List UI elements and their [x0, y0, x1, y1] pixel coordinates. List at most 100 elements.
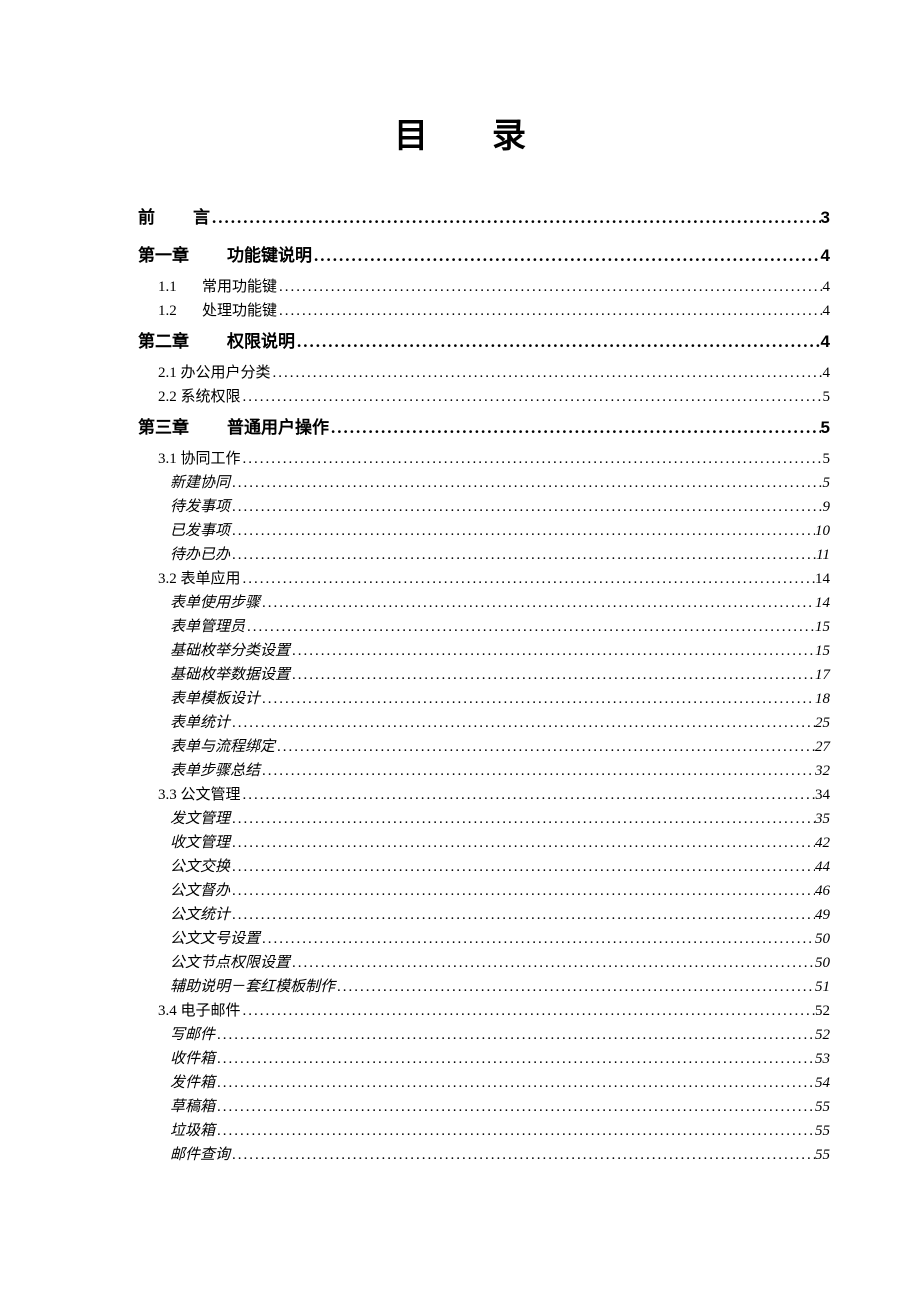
toc-entry: 公文统计49	[170, 903, 830, 927]
toc-page: 4	[821, 323, 830, 361]
toc-label: 1.1常用功能键	[158, 275, 277, 299]
toc-entry: 2.1 办公用户分类 4	[158, 361, 830, 385]
toc-label: 新建协同	[170, 471, 230, 495]
toc-label: 收文管理	[170, 831, 230, 855]
toc-label: 表单使用步骤	[170, 591, 260, 615]
table-of-contents: 前言3 第一章功能键说明 4 1.1常用功能键 4 1.2处理功能键 4 第二章权限说…	[138, 199, 830, 1167]
toc-page: 4	[823, 361, 831, 385]
dot-leader	[230, 471, 822, 495]
toc-label: 垃圾箱	[170, 1119, 215, 1143]
toc-entry: 3.4 电子邮件52	[158, 999, 830, 1023]
toc-label: 公文文号设置	[170, 927, 260, 951]
dot-leader	[241, 447, 823, 471]
toc-label: 2.2 系统权限	[158, 385, 241, 409]
page-title: 目录	[90, 108, 830, 157]
toc-page: 46	[815, 879, 830, 903]
toc-page: 4	[821, 237, 830, 275]
dot-leader	[230, 711, 815, 735]
toc-entry-preface: 前言3	[138, 199, 830, 237]
toc-label: 第三章普通用户操作	[138, 409, 329, 447]
toc-label: 3.3 公文管理	[158, 783, 241, 807]
toc-page: 55	[815, 1095, 830, 1119]
toc-page: 5	[823, 471, 831, 495]
toc-entry: 基础枚举分类设置15	[170, 639, 830, 663]
dot-leader	[215, 1023, 815, 1047]
toc-label: 表单步骤总结	[170, 759, 260, 783]
toc-entry: 草稿箱 55	[170, 1095, 830, 1119]
toc-entry-ch3: 第三章普通用户操作5	[138, 409, 830, 447]
toc-page: 53	[815, 1047, 830, 1071]
toc-page: 14	[815, 567, 830, 591]
toc-page: 5	[823, 447, 831, 471]
toc-label: 表单管理员	[170, 615, 245, 639]
toc-label: 公文督办	[170, 879, 230, 903]
toc-entry: 3.3 公文管理 34	[158, 783, 830, 807]
toc-label: 已发事项	[170, 519, 230, 543]
dot-leader	[290, 639, 815, 663]
dot-leader	[215, 1119, 815, 1143]
dot-leader	[260, 759, 815, 783]
toc-page: 5	[823, 385, 831, 409]
toc-entry: 表单模板设计 18	[170, 687, 830, 711]
toc-entry: 基础枚举数据设置17	[170, 663, 830, 687]
toc-label: 发文管理	[170, 807, 230, 831]
dot-leader	[271, 361, 823, 385]
toc-label: 表单统计	[170, 711, 230, 735]
dot-leader	[230, 855, 815, 879]
toc-label: 第一章功能键说明	[138, 237, 312, 275]
toc-page: 50	[815, 927, 830, 951]
toc-label: 表单模板设计	[170, 687, 260, 711]
dot-leader	[215, 1095, 815, 1119]
toc-label: 草稿箱	[170, 1095, 215, 1119]
toc-label: 收件箱	[170, 1047, 215, 1071]
dot-leader	[230, 903, 815, 927]
dot-leader	[230, 543, 816, 567]
dot-leader	[241, 783, 815, 807]
toc-page: 44	[815, 855, 830, 879]
toc-label: 公文节点权限设置	[170, 951, 290, 975]
dot-leader	[230, 1143, 815, 1167]
toc-entry: 表单步骤总结32	[170, 759, 830, 783]
toc-label: 3.4 电子邮件	[158, 999, 241, 1023]
toc-page: 51	[815, 975, 830, 999]
toc-page: 9	[823, 495, 831, 519]
toc-entry: 表单使用步骤14	[170, 591, 830, 615]
dot-leader	[241, 999, 815, 1023]
toc-label: 辅助说明－套红模板制作	[170, 975, 335, 999]
toc-page: 27	[815, 735, 830, 759]
dot-leader	[312, 237, 821, 275]
toc-page: 11	[816, 543, 830, 567]
toc-entry: 表单管理员15	[170, 615, 830, 639]
toc-page: 25	[815, 711, 830, 735]
dot-leader	[241, 385, 823, 409]
toc-entry: 新建协同 5	[170, 471, 830, 495]
toc-label: 2.1 办公用户分类	[158, 361, 271, 385]
toc-page: 34	[815, 783, 830, 807]
toc-label: 表单与流程绑定	[170, 735, 275, 759]
toc-label: 1.2处理功能键	[158, 299, 277, 323]
toc-entry: 公文督办 46	[170, 879, 830, 903]
dot-leader	[329, 409, 821, 447]
toc-label: 基础枚举数据设置	[170, 663, 290, 687]
toc-label: 公文统计	[170, 903, 230, 927]
toc-label: 前言	[138, 199, 210, 237]
toc-entry: 已发事项10	[170, 519, 830, 543]
toc-entry-ch2: 第二章权限说明 4	[138, 323, 830, 361]
dot-leader	[260, 687, 815, 711]
toc-label: 发件箱	[170, 1071, 215, 1095]
toc-entry: 邮件查询55	[170, 1143, 830, 1167]
toc-page: 4	[823, 299, 831, 323]
dot-leader	[215, 1071, 815, 1095]
toc-entry: 辅助说明－套红模板制作 51	[170, 975, 830, 999]
toc-page: 35	[815, 807, 830, 831]
dot-leader	[335, 975, 815, 999]
toc-entry: 垃圾箱55	[170, 1119, 830, 1143]
toc-page: 50	[815, 951, 830, 975]
dot-leader	[277, 275, 822, 299]
toc-entry: 公文交换44	[170, 855, 830, 879]
dot-leader	[260, 591, 815, 615]
dot-leader	[275, 735, 815, 759]
toc-label: 第二章权限说明	[138, 323, 295, 361]
toc-page: 18	[815, 687, 830, 711]
toc-entry: 2.2 系统权限 5	[158, 385, 830, 409]
